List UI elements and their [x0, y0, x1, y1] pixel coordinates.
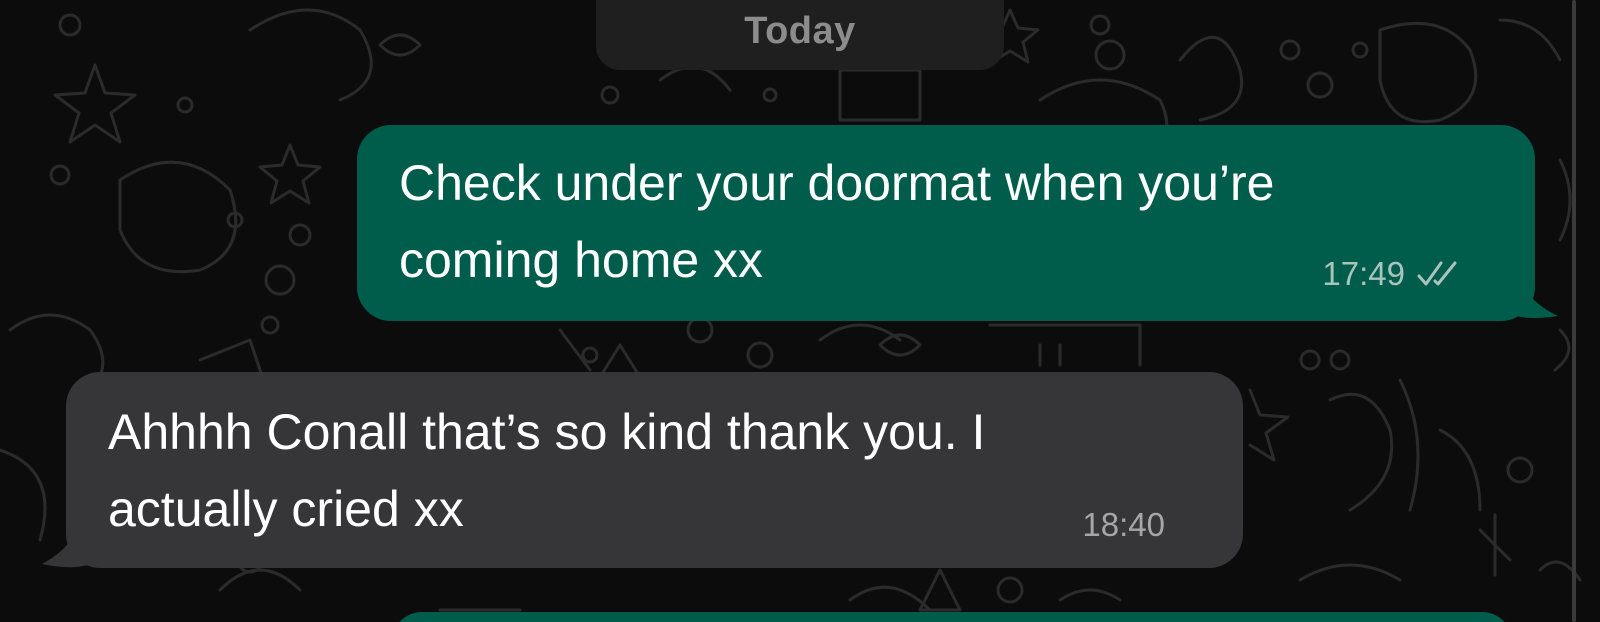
date-label: Today [744, 9, 856, 52]
message-text: Ahhhh Conall that’s so kind thank you. I… [108, 404, 986, 537]
message-time: 18:40 [1082, 506, 1165, 543]
chat-view: Today Check under your doormat when you’… [0, 0, 1600, 622]
message-time: 17:49 [1322, 255, 1405, 292]
message-bubble-outgoing[interactable]: Check under your doormat when you’re com… [357, 125, 1535, 321]
message-bubble-incoming[interactable]: Ahhhh Conall that’s so kind thank you. I… [66, 372, 1243, 568]
double-check-icon [1417, 261, 1457, 286]
date-separator: Today [596, 0, 1004, 70]
message-bubble-outgoing-partial[interactable] [392, 612, 1512, 622]
message-meta: 17:49 [1322, 255, 1465, 293]
message-meta: 18:40 [1082, 506, 1165, 544]
scrollbar[interactable] [1572, 0, 1576, 622]
